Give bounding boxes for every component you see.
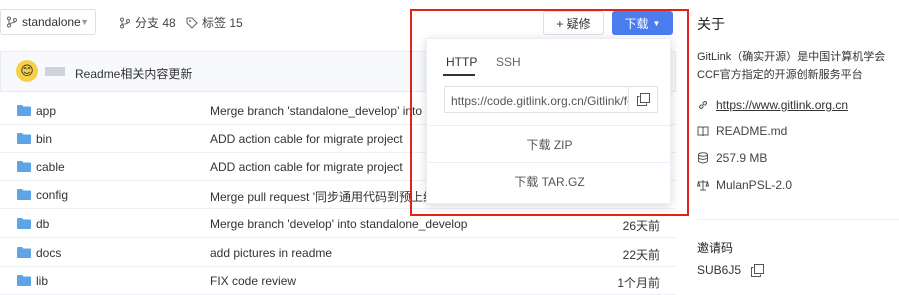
divider <box>697 219 899 220</box>
file-commit-time: 26天前 <box>622 219 660 233</box>
tags-count: 标签 15 <box>202 16 243 30</box>
folder-icon <box>17 105 31 116</box>
website-url[interactable]: https://www.gitlink.org.cn <box>716 98 848 112</box>
book-icon <box>697 126 709 137</box>
scale-icon <box>697 180 709 191</box>
branch-selector[interactable]: standalone ▼ <box>0 9 96 35</box>
branch-name: standalone <box>22 15 81 29</box>
file-name[interactable]: cable <box>36 160 65 174</box>
folder-icon <box>17 189 31 200</box>
readme-label[interactable]: README.md <box>716 124 787 138</box>
folder-icon <box>17 247 31 258</box>
repo-size-value: 257.9 MB <box>716 151 768 165</box>
branch-icon <box>120 17 130 28</box>
website-link[interactable]: https://www.gitlink.org.cn <box>697 98 848 112</box>
tags-link[interactable]: 标签 15 <box>186 14 243 31</box>
file-commit-message[interactable]: add pictures in readme <box>210 246 332 260</box>
copy-icon[interactable] <box>751 263 765 277</box>
file-name[interactable]: bin <box>36 132 52 146</box>
avatar[interactable]: 😊 <box>16 60 38 82</box>
folder-icon <box>17 161 31 172</box>
file-row[interactable]: lib FIX code review 1个月前 <box>0 267 676 295</box>
file-row[interactable]: docs add pictures in readme 22天前 <box>0 239 676 267</box>
folder-icon <box>17 133 31 144</box>
file-commit-message[interactable]: ADD action cable for migrate project <box>210 132 403 146</box>
about-description: GitLink（确实开源）是中国计算机学会CCF官方指定的开源创新服务平台 <box>697 51 886 81</box>
repo-size: 257.9 MB <box>697 151 767 165</box>
readme-link[interactable]: README.md <box>697 124 787 138</box>
latest-commit-message[interactable]: Readme相关内容更新 <box>75 65 192 82</box>
invite-code-value: SUB6J5 <box>697 263 742 277</box>
file-commit-message[interactable]: Merge branch 'develop' into standalone_d… <box>210 217 467 231</box>
file-name[interactable]: config <box>36 188 68 202</box>
file-commit-time: 1个月前 <box>617 276 660 290</box>
invite-code-title: 邀请码 <box>697 241 734 255</box>
file-commit-time: 22天前 <box>622 248 660 262</box>
file-name[interactable]: lib <box>36 274 48 288</box>
branch-icon <box>7 16 17 28</box>
branches-link[interactable]: 分支 48 <box>119 14 176 31</box>
link-icon <box>698 100 708 110</box>
invite-code: SUB6J5 <box>697 263 765 277</box>
file-commit-message[interactable]: ADD action cable for migrate project <box>210 160 403 174</box>
highlight-frame <box>410 9 689 216</box>
license-name[interactable]: MulanPSL-2.0 <box>716 178 792 192</box>
file-name[interactable]: docs <box>36 246 61 260</box>
file-commit-message[interactable]: FIX code review <box>210 274 296 288</box>
database-icon <box>698 152 708 164</box>
file-name[interactable]: app <box>36 104 56 118</box>
file-commit-message[interactable]: Merge branch 'standalone_develop' into p… <box>210 104 443 118</box>
license-link[interactable]: MulanPSL-2.0 <box>697 178 792 192</box>
chevron-down-icon: ▼ <box>80 17 89 27</box>
branches-count: 分支 48 <box>135 16 176 30</box>
redacted-username <box>45 67 65 76</box>
repository-page: standalone ▼ 分支 48 标签 15 + 疑修 下载 ▼ 😊 Rea… <box>0 0 899 295</box>
folder-icon <box>17 275 31 286</box>
folder-icon <box>17 218 31 229</box>
file-name[interactable]: db <box>36 217 49 231</box>
about-title: 关于 <box>697 16 725 32</box>
tag-icon <box>186 17 198 29</box>
